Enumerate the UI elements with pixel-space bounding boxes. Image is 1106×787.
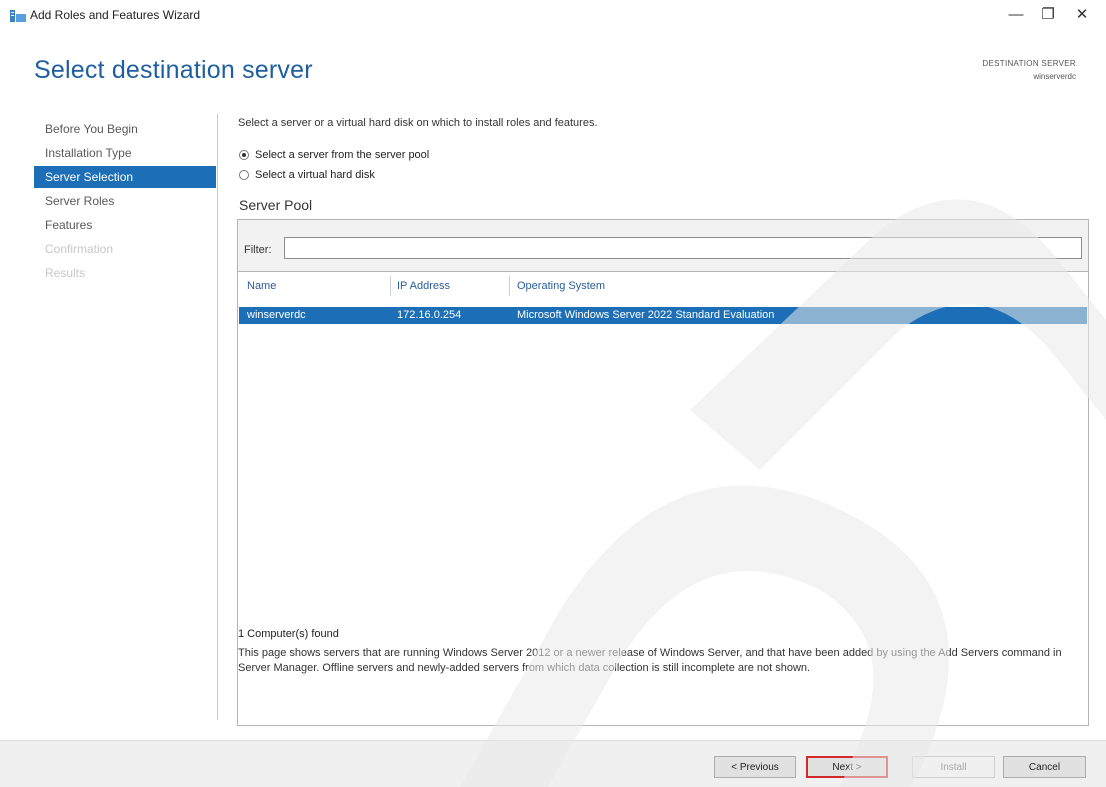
server-pool-note: This page shows servers that are running… bbox=[238, 647, 1062, 674]
cancel-button[interactable]: Cancel bbox=[1003, 756, 1086, 778]
column-header-operating-system[interactable]: Operating System bbox=[517, 280, 605, 292]
cell-ip-address: 172.16.0.254 bbox=[397, 309, 462, 321]
server-pool-option[interactable]: Select a server from the server pool bbox=[239, 149, 429, 161]
virtual-hard-disk-option[interactable]: Select a virtual hard disk bbox=[239, 169, 375, 181]
column-header-ip-address[interactable]: IP Address bbox=[397, 280, 450, 292]
install-button: Install bbox=[912, 756, 995, 778]
previous-button[interactable]: < Previous bbox=[714, 756, 796, 778]
instructions-text: Select a server or a virtual hard disk o… bbox=[238, 117, 598, 129]
nav-item-server-selection[interactable]: Server Selection bbox=[34, 166, 216, 188]
table-row[interactable]: winserverdc 172.16.0.254 Microsoft Windo… bbox=[239, 307, 1087, 324]
computers-found-count: 1 Computer(s) found bbox=[238, 628, 339, 640]
column-header-name[interactable]: Name bbox=[247, 280, 276, 292]
cell-server-name: winserverdc bbox=[247, 309, 306, 321]
destination-server-value: winserverdc bbox=[1033, 72, 1076, 81]
server-pool-option-label: Select a server from the server pool bbox=[255, 149, 430, 161]
destination-server-label: DESTINATION SERVER bbox=[982, 59, 1076, 68]
nav-divider bbox=[217, 114, 218, 720]
column-separator[interactable] bbox=[390, 276, 391, 296]
radio-button-unchecked[interactable] bbox=[239, 170, 249, 180]
nav-item-features[interactable]: Features bbox=[34, 214, 216, 236]
minimize-icon[interactable]: — bbox=[998, 4, 1034, 26]
maximize-icon[interactable]: ❐ bbox=[1030, 4, 1066, 26]
nav-item-before-you-begin[interactable]: Before You Begin bbox=[34, 118, 216, 140]
filter-label: Filter: bbox=[244, 244, 272, 256]
title-bar: Add Roles and Features Wizard — ❐ ✕ bbox=[0, 0, 1106, 30]
virtual-hard-disk-option-label: Select a virtual hard disk bbox=[255, 169, 375, 181]
page-title: Select destination server bbox=[34, 56, 313, 84]
nav-item-installation-type[interactable]: Installation Type bbox=[34, 142, 216, 164]
window-title: Add Roles and Features Wizard bbox=[30, 8, 201, 22]
filter-input[interactable] bbox=[284, 237, 1082, 259]
wizard-footer: < Previous Next > Install Cancel bbox=[0, 740, 1106, 787]
server-manager-icon bbox=[10, 10, 26, 22]
cell-operating-system: Microsoft Windows Server 2022 Standard E… bbox=[517, 309, 775, 321]
column-separator[interactable] bbox=[509, 276, 510, 296]
wizard-steps-nav: Before You Begin Installation Type Serve… bbox=[34, 118, 216, 286]
nav-item-confirmation: Confirmation bbox=[45, 242, 114, 256]
nav-item-results: Results bbox=[45, 266, 86, 280]
filter-bar: Filter: bbox=[238, 220, 1088, 272]
nav-item-server-roles[interactable]: Server Roles bbox=[34, 190, 216, 212]
close-icon[interactable]: ✕ bbox=[1064, 4, 1100, 26]
next-button[interactable]: Next > bbox=[806, 756, 888, 778]
server-pool-title: Server Pool bbox=[239, 197, 313, 213]
radio-button-checked[interactable] bbox=[239, 150, 249, 160]
wizard-window: Add Roles and Features Wizard — ❐ ✕ Sele… bbox=[0, 0, 1106, 787]
